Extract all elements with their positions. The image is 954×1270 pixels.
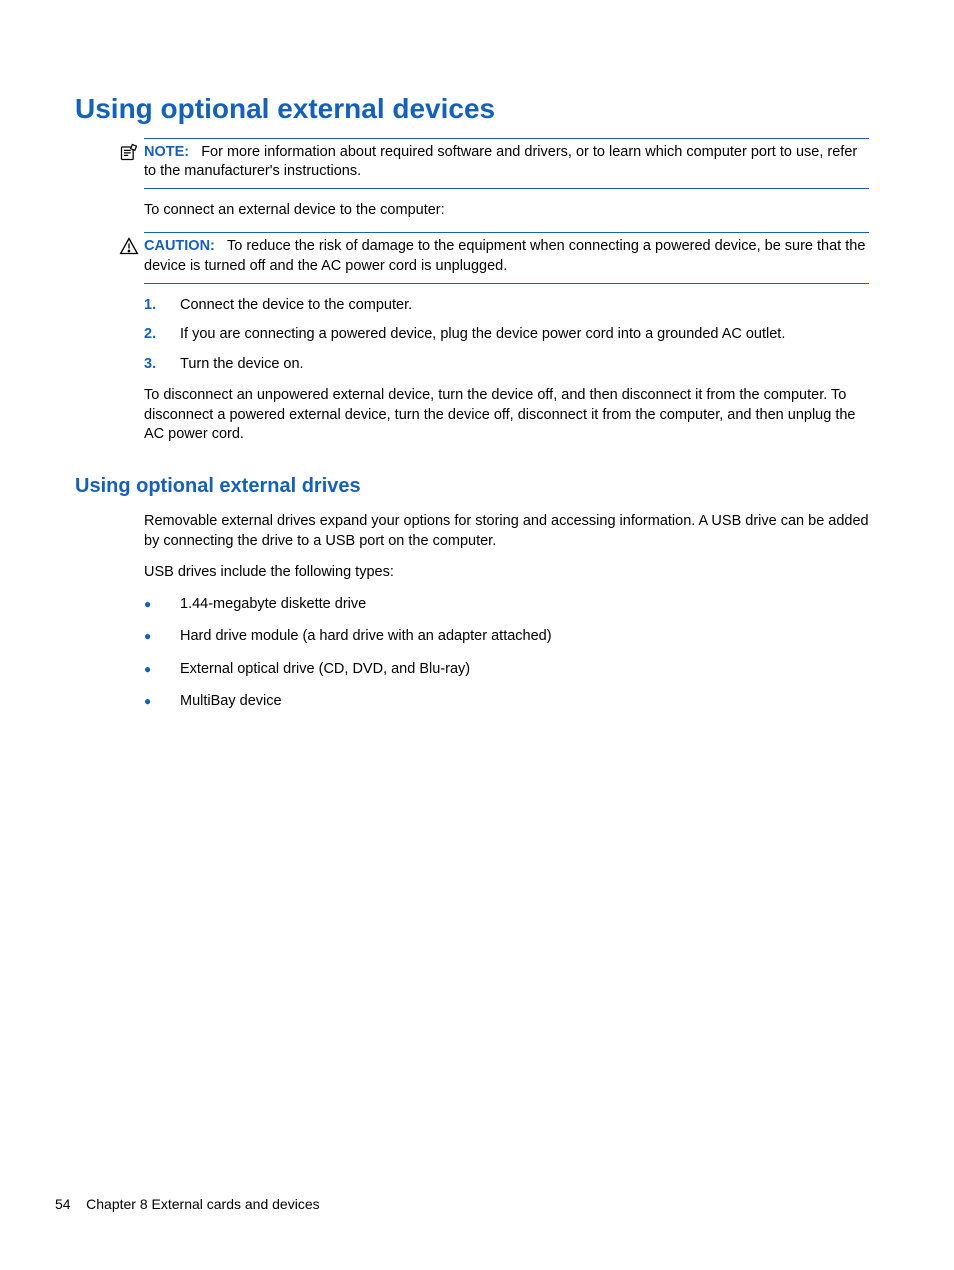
step-number: 3. bbox=[144, 355, 180, 375]
bullet-text: External optical drive (CD, DVD, and Blu… bbox=[180, 660, 470, 680]
step-text: If you are connecting a powered device, … bbox=[180, 325, 785, 345]
caution-text: To reduce the risk of damage to the equi… bbox=[144, 238, 865, 274]
bullet-icon: ● bbox=[144, 660, 180, 680]
bullet-text: 1.44-megabyte diskette drive bbox=[180, 595, 366, 615]
page-title: Using optional external devices bbox=[75, 90, 869, 128]
step-text: Turn the device on. bbox=[180, 355, 304, 375]
note-callout: NOTE: For more information about require… bbox=[144, 138, 869, 189]
list-item: ●External optical drive (CD, DVD, and Bl… bbox=[144, 660, 869, 680]
intro-text: To connect an external device to the com… bbox=[144, 201, 869, 221]
steps-list: 1.Connect the device to the computer. 2.… bbox=[144, 296, 869, 375]
caution-callout: CAUTION: To reduce the risk of damage to… bbox=[144, 232, 869, 283]
drives-intro-text: Removable external drives expand your op… bbox=[144, 512, 869, 551]
step-number: 1. bbox=[144, 296, 180, 316]
bullet-icon: ● bbox=[144, 595, 180, 615]
bullet-text: MultiBay device bbox=[180, 692, 282, 712]
list-item: ●Hard drive module (a hard drive with an… bbox=[144, 627, 869, 647]
note-text: For more information about required soft… bbox=[144, 144, 857, 180]
page-number: 54 bbox=[55, 1196, 71, 1212]
chapter-label: Chapter 8 External cards and devices bbox=[86, 1196, 319, 1212]
caution-icon bbox=[119, 236, 141, 258]
list-item: ●MultiBay device bbox=[144, 692, 869, 712]
page-footer: 54 Chapter 8 External cards and devices bbox=[55, 1195, 320, 1214]
step-item: 3.Turn the device on. bbox=[144, 355, 869, 375]
step-item: 2.If you are connecting a powered device… bbox=[144, 325, 869, 345]
bullet-icon: ● bbox=[144, 692, 180, 712]
step-number: 2. bbox=[144, 325, 180, 345]
disconnect-text: To disconnect an unpowered external devi… bbox=[144, 386, 869, 445]
note-icon bbox=[119, 142, 141, 164]
bullet-list: ●1.44-megabyte diskette drive ●Hard driv… bbox=[144, 595, 869, 712]
step-text: Connect the device to the computer. bbox=[180, 296, 412, 316]
step-item: 1.Connect the device to the computer. bbox=[144, 296, 869, 316]
section-heading: Using optional external drives bbox=[75, 473, 869, 500]
caution-label: CAUTION: bbox=[144, 238, 215, 254]
bullet-icon: ● bbox=[144, 627, 180, 647]
drives-sub-text: USB drives include the following types: bbox=[144, 563, 869, 583]
note-label: NOTE: bbox=[144, 144, 189, 160]
bullet-text: Hard drive module (a hard drive with an … bbox=[180, 627, 552, 647]
list-item: ●1.44-megabyte diskette drive bbox=[144, 595, 869, 615]
